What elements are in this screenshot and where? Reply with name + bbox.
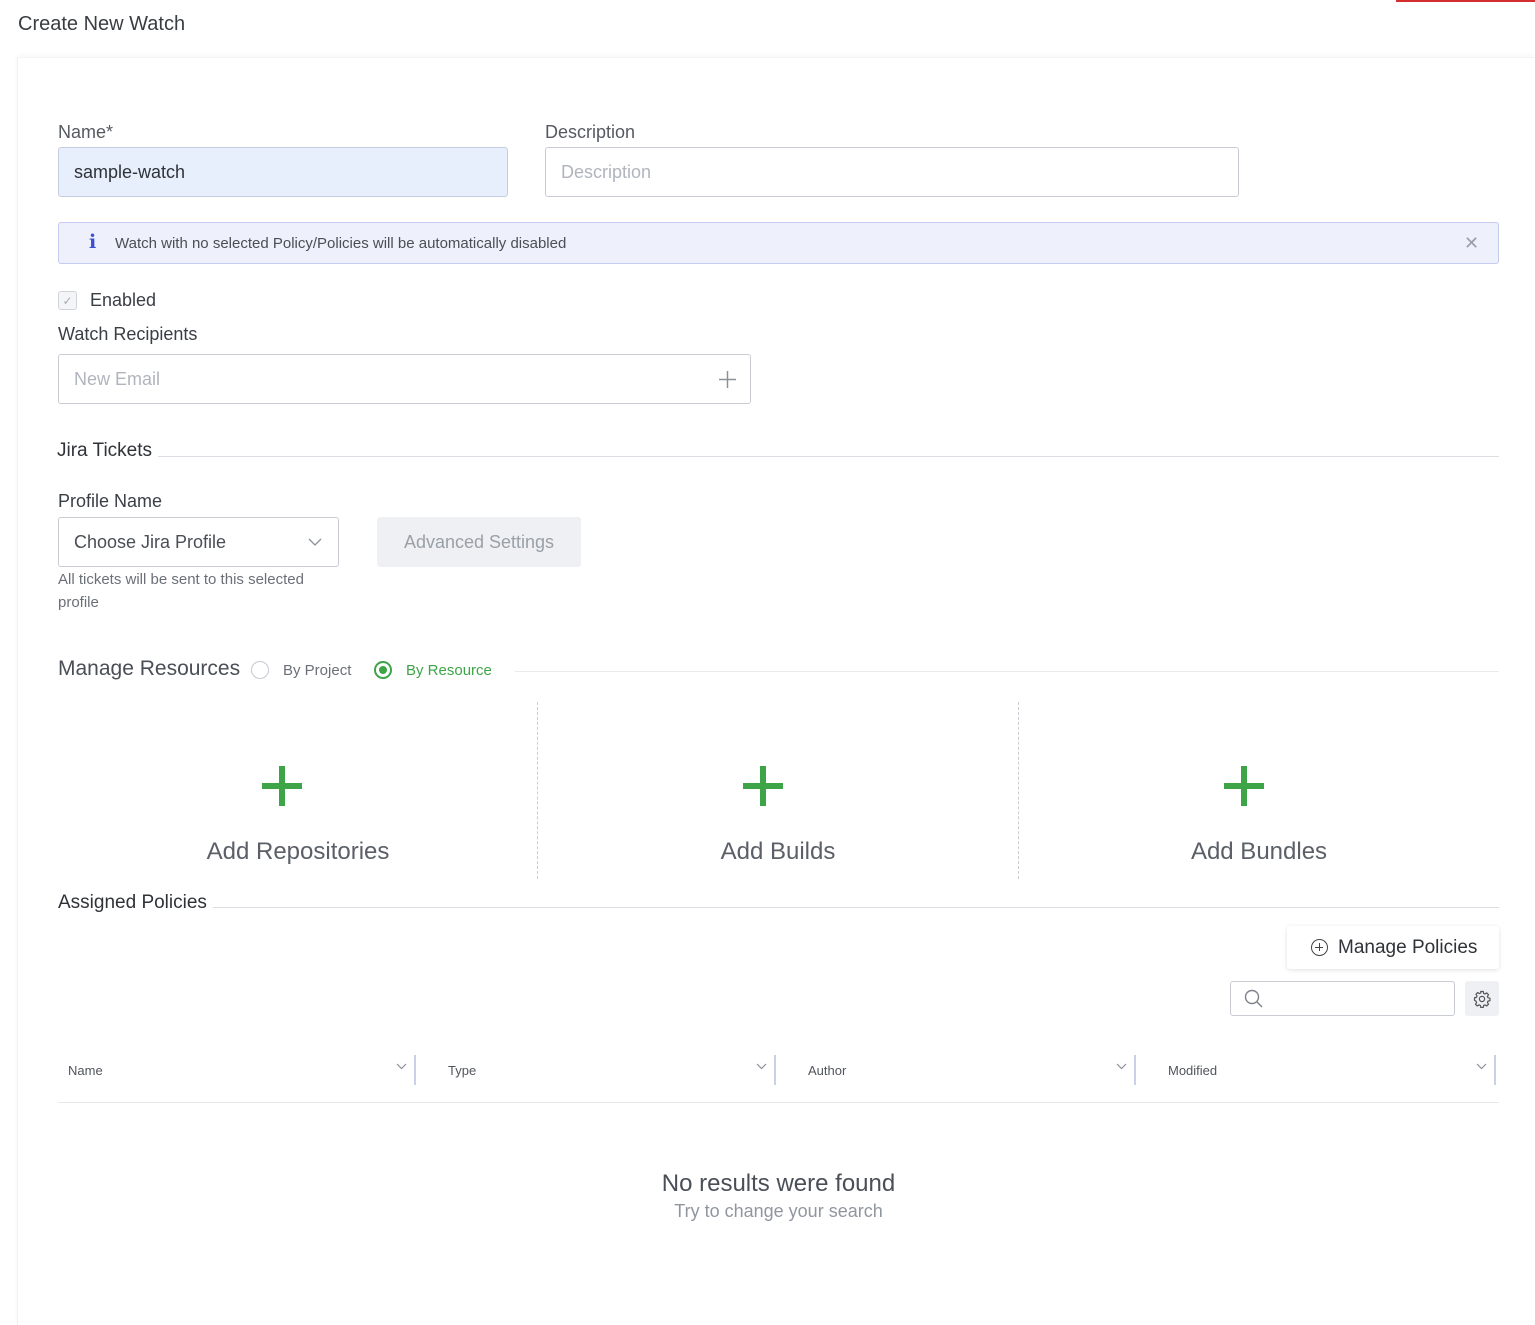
column-header-modified[interactable]: Modified — [1138, 1055, 1494, 1085]
description-input[interactable]: Description — [545, 147, 1239, 197]
table-header-divider — [58, 1102, 1499, 1103]
column-resize-handle[interactable] — [1494, 1055, 1496, 1085]
recipients-label: Watch Recipients — [58, 324, 198, 344]
add-builds-label: Add Builds — [720, 838, 836, 865]
name-input[interactable]: sample-watch — [58, 147, 508, 197]
info-banner: i Watch with no selected Policy/Policies… — [58, 222, 1499, 264]
chevron-down-icon[interactable] — [1116, 1063, 1127, 1070]
name-input-value: sample-watch — [74, 161, 186, 182]
info-icon: i — [89, 231, 97, 253]
chevron-down-icon[interactable] — [756, 1063, 767, 1070]
top-accent-bar — [1396, 0, 1535, 2]
add-repositories-label: Add Repositories — [206, 838, 390, 865]
column-header-name[interactable]: Name — [58, 1055, 418, 1085]
description-placeholder: Description — [561, 161, 652, 182]
column-header-label: Name — [68, 1062, 103, 1078]
close-icon[interactable]: ✕ — [1464, 233, 1479, 254]
resources-section-title: Manage Resources — [58, 657, 241, 680]
plus-icon — [262, 766, 302, 806]
jira-helper-text: All tickets will be sent to this selecte… — [58, 571, 304, 611]
chevron-down-icon[interactable] — [1476, 1063, 1487, 1070]
gear-icon — [1473, 990, 1491, 1008]
column-header-type[interactable]: Type — [418, 1055, 778, 1085]
column-header-label: Author — [808, 1062, 847, 1078]
column-header-author[interactable]: Author — [778, 1055, 1138, 1085]
empty-state-subtitle: Try to change your search — [674, 1201, 883, 1221]
plus-icon — [743, 766, 783, 806]
jira-profile-select[interactable]: Choose Jira Profile — [58, 517, 339, 567]
email-input[interactable]: New Email — [58, 354, 751, 404]
info-message: Watch with no selected Policy/Policies w… — [115, 235, 567, 252]
add-circle-icon — [1311, 939, 1328, 956]
email-placeholder: New Email — [74, 368, 161, 389]
radio-by-project-label[interactable]: By Project — [283, 662, 351, 679]
page-title: Create New Watch — [18, 13, 186, 35]
enabled-label: Enabled — [90, 290, 157, 310]
profile-name-label: Profile Name — [58, 491, 163, 511]
column-header-label: Type — [448, 1062, 477, 1078]
radio-by-project[interactable] — [251, 661, 269, 679]
add-builds-card[interactable]: Add Builds — [538, 700, 1018, 880]
column-resize-handle[interactable] — [774, 1055, 776, 1085]
resources-section-divider — [515, 671, 1499, 672]
empty-state-title: No results were found — [661, 1170, 896, 1197]
check-icon: ✓ — [62, 293, 73, 308]
radio-by-resource[interactable] — [374, 661, 392, 679]
jira-section-divider — [58, 456, 1499, 457]
add-bundles-card[interactable]: Add Bundles — [1019, 700, 1499, 880]
column-header-label: Modified — [1168, 1062, 1218, 1078]
manage-policies-label: Manage Policies — [1338, 936, 1478, 958]
add-bundles-label: Add Bundles — [1190, 838, 1328, 865]
description-label: Description — [545, 122, 636, 142]
policies-section-divider — [58, 907, 1499, 908]
radio-by-resource-label[interactable]: By Resource — [406, 662, 492, 679]
chevron-down-icon[interactable] — [396, 1063, 407, 1070]
plus-icon — [1224, 766, 1264, 806]
jira-section-title: Jira Tickets — [57, 440, 159, 462]
enabled-checkbox[interactable]: ✓ — [58, 291, 77, 310]
chevron-down-icon — [308, 538, 322, 546]
jira-profile-placeholder: Choose Jira Profile — [74, 531, 227, 552]
add-repositories-card[interactable]: Add Repositories — [58, 700, 537, 880]
table-settings-button[interactable] — [1465, 981, 1499, 1016]
policies-section-title: Assigned Policies — [58, 892, 213, 914]
policies-search-input[interactable] — [1230, 981, 1455, 1016]
search-icon — [1244, 989, 1263, 1008]
name-label: Name* — [58, 122, 114, 142]
add-email-icon[interactable] — [718, 370, 737, 389]
column-resize-handle[interactable] — [1134, 1055, 1136, 1085]
manage-policies-button[interactable]: Manage Policies — [1287, 926, 1499, 969]
advanced-settings-button[interactable]: Advanced Settings — [377, 517, 581, 567]
column-resize-handle[interactable] — [414, 1055, 416, 1085]
